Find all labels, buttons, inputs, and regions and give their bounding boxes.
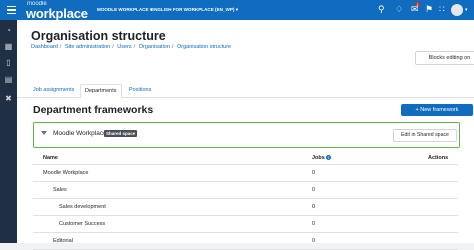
tag-icon[interactable]: ⚑ — [425, 4, 433, 14]
department-name: Moodle Workplace — [43, 170, 89, 176]
table-row: Sales development 0 — [33, 199, 458, 216]
language-menu[interactable]: ENGLISH FOR WORKPLACE (EN_WP) ▾ — [151, 7, 238, 13]
main-content: Department frameworks + New framework Mo… — [17, 98, 474, 250]
tab-positions[interactable]: Positions — [125, 85, 155, 96]
edit-in-shared-space-button[interactable]: Edit in Shared space — [393, 129, 457, 142]
messages-icon[interactable]: ✉ — [411, 4, 419, 14]
column-header-name: Name — [43, 155, 58, 161]
user-avatar[interactable] — [451, 4, 463, 16]
blocks-editing-button[interactable]: Blocks editing on — [415, 51, 474, 65]
tab-job-assignments[interactable]: Job assignments — [29, 85, 78, 96]
help-info-icon[interactable]: ? — [325, 155, 331, 161]
files-icon[interactable]: ▯ — [4, 58, 13, 67]
breadcrumb-users[interactable]: Users — [117, 44, 131, 50]
department-jobs: 0 — [312, 170, 316, 176]
department-jobs: 0 — [312, 221, 316, 227]
department-jobs: 0 — [312, 187, 316, 193]
table-row: Sales 0 — [33, 182, 458, 199]
table-row: Moodle Workplace 0 — [33, 165, 458, 182]
page-header: Organisation structure Dashboard / Site a… — [17, 20, 474, 83]
breadcrumb-organisation[interactable]: Organisation — [139, 44, 170, 50]
dashboard-icon[interactable]: ◔ — [4, 26, 13, 35]
department-name: Customer Success — [59, 221, 106, 227]
column-header-jobs: Jobs? — [312, 155, 331, 161]
shared-space-badge: Shared space — [104, 130, 138, 137]
breadcrumb: Dashboard / Site administration / Users / O… — [31, 44, 232, 50]
section-title: Department frameworks — [33, 104, 154, 116]
breadcrumb-site-administration[interactable]: Site administration — [65, 44, 110, 50]
tab-departments[interactable]: Departments — [80, 84, 122, 99]
framework-card: Moodle Workplace Shared space Edit in Sh… — [33, 122, 460, 148]
notifications-bell-icon[interactable]: ♢ — [395, 4, 403, 14]
menu-toggle-icon[interactable] — [7, 4, 16, 15]
collapse-caret-icon[interactable] — [41, 131, 47, 135]
logo-small-text: moodle — [27, 1, 47, 7]
launcher-grid-icon[interactable]: ∷ — [439, 4, 445, 14]
site-admin-icon[interactable]: ✖ — [4, 94, 13, 103]
new-framework-button[interactable]: + New framework — [401, 104, 473, 116]
table-row: Customer Success 0 — [33, 216, 458, 233]
top-navbar: moodle workplace MOODLE WORKPLACE ▾ ENGL… — [0, 0, 474, 20]
department-jobs: 0 — [312, 238, 316, 244]
site-logo[interactable]: moodle workplace — [26, 1, 88, 20]
tab-bar: Job assignments Departments Positions — [17, 83, 474, 99]
department-jobs: 0 — [312, 204, 316, 210]
user-menu-caret-icon[interactable]: ▾ — [465, 7, 468, 13]
jobs-header-label: Jobs — [312, 155, 325, 161]
calendar-icon[interactable]: ▦ — [4, 42, 13, 51]
content-bank-icon[interactable]: ▤ — [4, 75, 13, 84]
logo-big-text: workplace — [26, 6, 88, 21]
tenant-menu[interactable]: MOODLE WORKPLACE ▾ — [97, 7, 152, 13]
column-header-actions: Actions — [428, 155, 449, 161]
department-name: Sales development — [59, 204, 106, 210]
left-rail: ◔ ▦ ▯ ▤ ✖ — [0, 20, 17, 243]
page-title: Organisation structure — [31, 29, 166, 43]
search-icon[interactable]: ⚲ — [378, 4, 385, 14]
breadcrumb-dashboard[interactable]: Dashboard — [31, 44, 58, 50]
framework-name: Moodle Workplace — [53, 130, 107, 137]
breadcrumb-organisation-structure[interactable]: Organisation structure — [177, 44, 231, 50]
table-row: Editorial 0 — [33, 233, 458, 250]
department-name: Sales — [53, 187, 67, 193]
table-header: Name Jobs? Actions — [33, 152, 458, 165]
department-name: Editorial — [53, 238, 73, 244]
